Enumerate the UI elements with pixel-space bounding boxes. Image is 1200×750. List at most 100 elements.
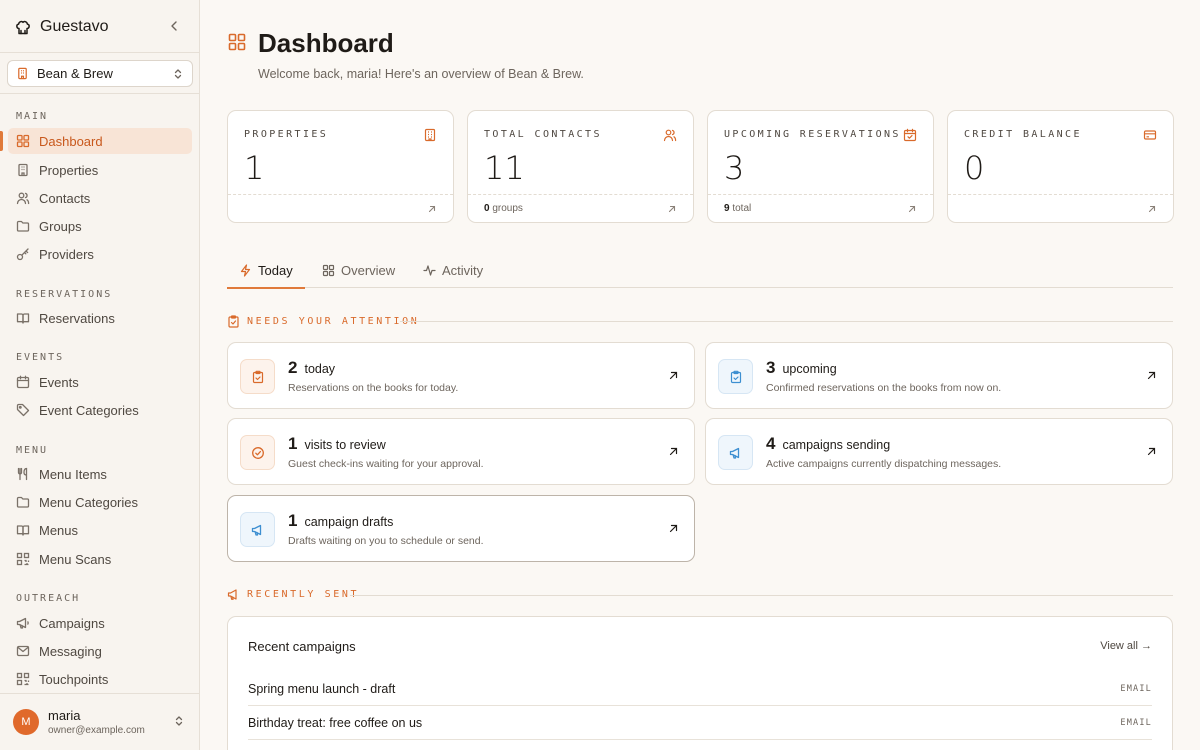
stat-footer: 0 groups — [484, 203, 523, 214]
clipboard-check-icon — [729, 370, 743, 384]
sidebar-item-contacts[interactable]: Contacts — [8, 185, 192, 211]
section-divider — [350, 595, 1173, 596]
arrow-up-right-icon[interactable] — [668, 446, 679, 457]
check-circle-icon — [251, 446, 265, 460]
users-icon — [663, 128, 677, 142]
sidebar-divider — [0, 93, 199, 94]
sidebar-item-touchpoints[interactable]: Touchpoints — [8, 666, 192, 692]
card-divider — [948, 194, 1173, 195]
attention-card-campaigns-sending[interactable]: 4 campaigns sending Active campaigns cur… — [705, 418, 1173, 485]
grid-icon — [16, 134, 30, 148]
key-icon — [16, 247, 30, 261]
card-title-line: 1 campaign drafts — [288, 511, 393, 531]
nav-section-events: EVENTS — [16, 352, 65, 363]
sidebar-item-dashboard[interactable]: Dashboard — [8, 128, 192, 154]
card-title: visits to review — [304, 438, 386, 452]
sidebar-item-label: Touchpoints — [39, 671, 109, 687]
arrow-up-right-icon[interactable] — [668, 523, 679, 534]
stat-label: TOTAL CONTACTS — [484, 129, 602, 140]
arrow-up-right-icon[interactable] — [1146, 370, 1157, 381]
card-count: 4 — [766, 434, 776, 453]
stat-card-credit-balance[interactable]: CREDIT BALANCE 0 — [947, 110, 1174, 223]
stat-card-upcoming-reservations[interactable]: UPCOMING RESERVATIONS 3 9 total — [707, 110, 934, 223]
arrow-up-right-icon[interactable] — [1147, 204, 1157, 214]
sidebar-item-providers[interactable]: Providers — [8, 241, 192, 267]
folder-icon — [16, 495, 30, 509]
sidebar-item-reservations[interactable]: Reservations — [8, 305, 192, 331]
clipboard-check-icon — [251, 370, 265, 384]
view-all-link[interactable]: View all → — [1100, 640, 1152, 652]
sidebar-item-events[interactable]: Events — [8, 369, 192, 395]
dashboard-tabs: Today Overview Activity — [227, 252, 1173, 289]
grid-icon — [228, 33, 246, 51]
attention-card-upcoming[interactable]: 3 upcoming Confirmed reservations on the… — [705, 342, 1173, 409]
building-icon — [16, 67, 29, 80]
sidebar-item-properties[interactable]: Properties — [8, 157, 192, 183]
arrow-up-right-icon[interactable] — [427, 204, 437, 214]
card-description: Active campaigns currently dispatching m… — [766, 458, 1002, 470]
stat-value: 0 — [964, 149, 985, 187]
attention-card-visits-to-review[interactable]: 1 visits to review Guest check-ins waiti… — [227, 418, 695, 485]
megaphone-icon — [729, 446, 743, 460]
users-icon — [16, 191, 30, 205]
sidebar-item-campaigns[interactable]: Campaigns — [8, 610, 192, 636]
sidebar-item-event-categories[interactable]: Event Categories — [8, 397, 192, 423]
property-selector[interactable]: Bean & Brew — [7, 60, 193, 87]
sidebar-item-menu-items[interactable]: Menu Items — [8, 461, 192, 487]
arrow-up-right-icon[interactable] — [907, 204, 917, 214]
attention-card-today[interactable]: 2 today Reservations on the books for to… — [227, 342, 695, 409]
chevron-up-down-icon[interactable] — [173, 715, 185, 727]
collapse-sidebar-icon[interactable] — [166, 18, 182, 34]
list-item[interactable]: Spring menu launch - draft EMAIL — [248, 672, 1152, 706]
folder-icon — [16, 219, 30, 233]
sidebar-item-menus[interactable]: Menus — [8, 517, 192, 543]
sidebar-item-label: Properties — [39, 162, 99, 178]
campaign-name: Birthday treat: free coffee on us — [248, 715, 423, 730]
sidebar-item-menu-scans[interactable]: Menu Scans — [8, 546, 192, 572]
card-divider — [228, 194, 453, 195]
tab-overview[interactable]: Overview — [310, 252, 407, 288]
tab-today[interactable]: Today — [227, 252, 305, 289]
page-title: Dashboard — [258, 28, 394, 58]
active-indicator — [0, 131, 3, 151]
sidebar: Guestavo Bean & Brew MAIN Dashboard Prop… — [0, 0, 200, 750]
stat-footer-text: groups — [492, 203, 523, 214]
card-count: 2 — [288, 358, 298, 377]
sidebar-item-label: Groups — [39, 218, 82, 234]
sidebar-item-label: Menu Items — [39, 466, 107, 482]
attention-card-campaign-drafts[interactable]: 1 campaign drafts Drafts waiting on you … — [227, 495, 695, 562]
arrow-up-right-icon[interactable] — [667, 204, 677, 214]
list-item[interactable]: Birthday treat: free coffee on us EMAIL — [248, 706, 1152, 740]
campaign-channel: EMAIL — [1120, 683, 1152, 694]
activity-pulse-icon — [423, 264, 436, 277]
book-open-icon — [16, 311, 30, 325]
stat-value: 11 — [484, 149, 525, 187]
card-description: Reservations on the books for today. — [288, 382, 459, 394]
arrow-up-right-icon[interactable] — [1146, 446, 1157, 457]
campaign-name: Spring menu launch - draft — [248, 681, 396, 696]
sidebar-item-menu-categories[interactable]: Menu Categories — [8, 489, 192, 515]
stat-card-properties[interactable]: PROPERTIES 1 — [227, 110, 454, 223]
sidebar-item-groups[interactable]: Groups — [8, 213, 192, 239]
card-title-line: 4 campaigns sending — [766, 434, 890, 454]
sidebar-item-messaging[interactable]: Messaging — [8, 638, 192, 664]
stat-label: PROPERTIES — [244, 129, 329, 140]
stat-footer-count: 9 — [724, 203, 730, 214]
card-title: campaigns sending — [782, 438, 891, 452]
stat-card-contacts[interactable]: TOTAL CONTACTS 11 0 groups — [467, 110, 694, 223]
nav-section-reservations: RESERVATIONS — [16, 289, 113, 300]
stat-footer: 9 total — [724, 203, 751, 214]
arrow-up-right-icon[interactable] — [668, 370, 679, 381]
app-name: Guestavo — [40, 18, 109, 35]
tab-activity[interactable]: Activity — [411, 252, 495, 288]
card-description: Drafts waiting on you to schedule or sen… — [288, 535, 484, 547]
mail-icon — [16, 644, 30, 658]
user-menu[interactable]: M maria owner@example.com — [13, 708, 145, 736]
sidebar-item-label: Menu Scans — [39, 551, 112, 567]
card-title-line: 1 visits to review — [288, 434, 386, 454]
brand[interactable]: Guestavo — [14, 16, 108, 38]
avatar: M — [13, 709, 39, 735]
sidebar-item-label: Event Categories — [39, 402, 139, 418]
stat-label: CREDIT BALANCE — [964, 129, 1082, 140]
tab-label: Today — [258, 262, 293, 278]
